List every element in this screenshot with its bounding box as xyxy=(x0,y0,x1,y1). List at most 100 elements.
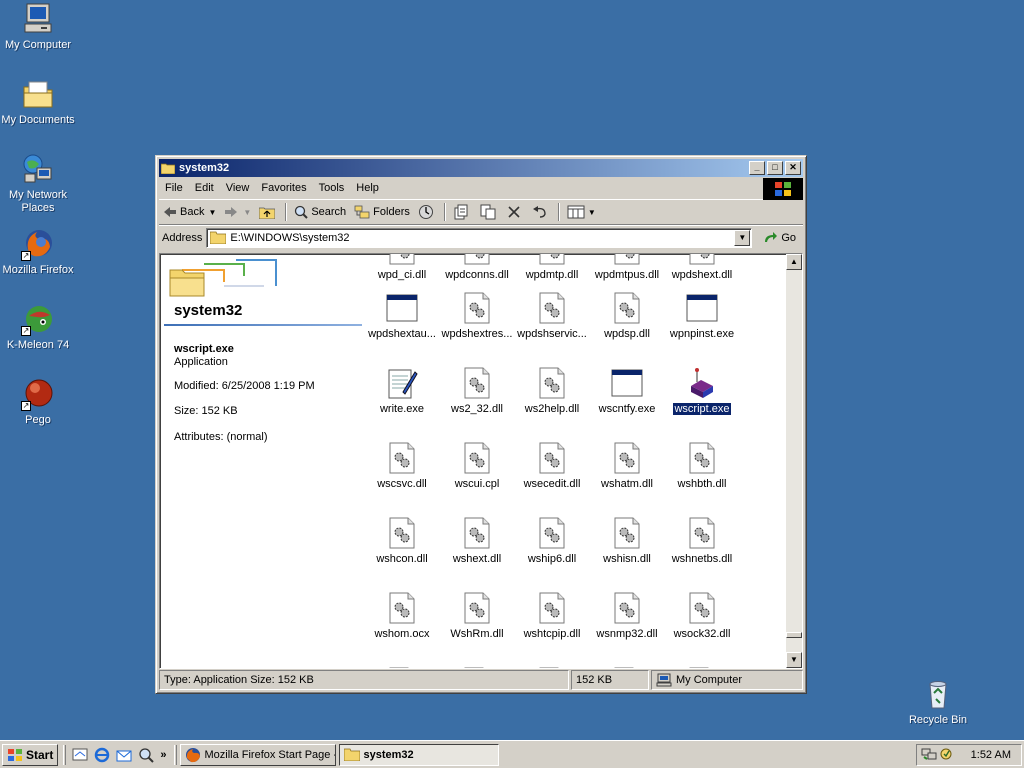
file-item-partial[interactable] xyxy=(362,666,442,668)
menu-help[interactable]: Help xyxy=(350,180,385,196)
file-item[interactable]: wsnmp32.dll xyxy=(587,591,667,640)
file-item[interactable]: wpdshextres... xyxy=(437,291,517,340)
file-item[interactable]: WshRm.dll xyxy=(437,591,517,640)
minimize-button[interactable]: _ xyxy=(749,161,765,175)
file-item[interactable]: wscntfy.exe xyxy=(587,366,667,415)
security-tray-icon[interactable] xyxy=(939,747,953,764)
chevron-down-icon[interactable]: ▼ xyxy=(588,208,596,217)
taskbar-grip[interactable] xyxy=(63,744,67,765)
menu-tools[interactable]: Tools xyxy=(313,180,351,196)
move-to-button[interactable] xyxy=(449,201,476,223)
file-item[interactable]: wscript.exe xyxy=(662,366,742,416)
pego-icon: ↗ xyxy=(21,377,55,411)
desktop-icon-k-meleon[interactable]: ↗ K-Meleon 74 xyxy=(0,302,76,352)
dll-icon xyxy=(385,441,419,475)
file-item[interactable]: wshom.ocx xyxy=(362,591,442,640)
task-button-system32[interactable]: system32 xyxy=(339,743,500,766)
chevron-down-icon[interactable]: ▼ xyxy=(243,208,251,217)
file-item[interactable]: wshnetbs.dll xyxy=(662,516,742,565)
dll-icon xyxy=(610,666,644,668)
file-item[interactable]: ws2_32.dll xyxy=(437,366,517,415)
desktop-icon-my-computer[interactable]: My Computer xyxy=(0,2,76,52)
menu-view[interactable]: View xyxy=(220,180,256,196)
file-item[interactable]: write.exe xyxy=(362,366,442,415)
search-button[interactable]: Search xyxy=(290,201,350,223)
file-name: WshRm.dll xyxy=(450,628,504,640)
desktop-icon-mozilla-firefox[interactable]: ↗ Mozilla Firefox xyxy=(0,227,76,277)
file-item-partial[interactable] xyxy=(587,666,667,668)
file-item[interactable]: wsock32.dll xyxy=(662,591,742,640)
close-button[interactable]: ✕ xyxy=(785,161,801,175)
file-item[interactable]: ws2help.dll xyxy=(512,366,592,415)
toolbar-separator xyxy=(443,203,446,221)
desktop-icon-my-documents[interactable]: My Documents xyxy=(0,77,76,127)
file-item[interactable]: wshcon.dll xyxy=(362,516,442,565)
network-places-icon xyxy=(21,152,55,186)
start-button[interactable]: Start xyxy=(2,743,59,766)
file-item[interactable]: wshatm.dll xyxy=(587,441,667,490)
file-item-partial[interactable] xyxy=(437,666,517,668)
desktop-icon-pego[interactable]: ↗ Pego xyxy=(0,377,76,427)
menu-favorites[interactable]: Favorites xyxy=(255,180,312,196)
file-item[interactable]: wpdshextau... xyxy=(362,291,442,340)
folder-banner-graphic xyxy=(164,256,280,300)
taskbar-grip[interactable] xyxy=(174,744,178,765)
file-item[interactable]: wship6.dll xyxy=(512,516,592,565)
file-item[interactable]: wpdsp.dll xyxy=(587,291,667,340)
title-bar[interactable]: system32 _ □ ✕ xyxy=(159,159,803,177)
maximize-button[interactable]: □ xyxy=(767,161,783,175)
back-button[interactable]: Back ▼ xyxy=(159,201,220,223)
copy-to-button[interactable] xyxy=(476,201,503,223)
file-item[interactable]: wpdconns.dll xyxy=(437,254,517,281)
folder-content: system32 wscript.exe Application Modifie… xyxy=(159,253,803,669)
delete-button[interactable] xyxy=(503,201,528,223)
file-item[interactable]: wscui.cpl xyxy=(437,441,517,490)
folders-button[interactable]: Folders xyxy=(350,201,414,223)
file-item[interactable]: wshbth.dll xyxy=(662,441,742,490)
dll-icon xyxy=(685,591,719,625)
file-item[interactable]: wpdmtpus.dll xyxy=(587,254,667,281)
clock[interactable]: 1:52 AM xyxy=(971,749,1011,761)
forward-button[interactable]: ▼ xyxy=(220,201,255,223)
address-dropdown-button[interactable]: ▼ xyxy=(734,229,751,246)
network-tray-icon[interactable] xyxy=(921,747,937,764)
file-item-partial[interactable] xyxy=(512,666,592,668)
show-desktop-icon[interactable] xyxy=(71,746,89,764)
outlook-express-icon[interactable] xyxy=(115,746,133,764)
desktop-icon-recycle-bin[interactable]: Recycle Bin xyxy=(900,677,976,727)
go-button[interactable]: Go xyxy=(760,231,800,244)
scroll-down-button[interactable]: ▼ xyxy=(786,652,802,668)
file-item-partial[interactable] xyxy=(662,666,742,668)
scroll-up-button[interactable]: ▲ xyxy=(786,254,802,270)
address-label: Address xyxy=(162,231,203,244)
file-item[interactable]: wshext.dll xyxy=(437,516,517,565)
search-icon[interactable] xyxy=(137,746,155,764)
undo-button[interactable] xyxy=(528,201,555,223)
file-item[interactable]: wshisn.dll xyxy=(587,516,667,565)
quick-launch-more-icon[interactable]: » xyxy=(160,749,166,761)
file-item[interactable]: wpnpinst.exe xyxy=(662,291,742,340)
toolbar-separator xyxy=(557,203,560,221)
history-button[interactable] xyxy=(414,201,441,223)
file-item[interactable]: wshtcpip.dll xyxy=(512,591,592,640)
task-button-firefox[interactable]: Mozilla Firefox Start Page -... xyxy=(180,743,337,766)
file-item[interactable]: wpd_ci.dll xyxy=(362,254,442,281)
menu-edit[interactable]: Edit xyxy=(189,180,220,196)
desktop-icon-my-network-places[interactable]: My Network Places xyxy=(0,152,76,215)
file-name: wscui.cpl xyxy=(454,478,500,490)
vertical-scrollbar[interactable]: ▲ ▼ xyxy=(786,254,802,668)
views-icon xyxy=(567,205,585,219)
chevron-down-icon[interactable]: ▼ xyxy=(208,208,216,217)
menu-file[interactable]: File xyxy=(159,180,189,196)
file-item[interactable]: wsecedit.dll xyxy=(512,441,592,490)
scroll-thumb[interactable] xyxy=(786,632,802,638)
file-item[interactable]: wpdshext.dll xyxy=(662,254,742,281)
address-input[interactable]: E:\WINDOWS\system32 ▼ xyxy=(206,227,753,248)
file-item[interactable]: wscsvc.dll xyxy=(362,441,442,490)
up-folder-button[interactable] xyxy=(255,201,282,223)
file-item[interactable]: wpdshservic... xyxy=(512,291,592,340)
file-item[interactable]: wpdmtp.dll xyxy=(512,254,592,281)
copy-to-icon xyxy=(480,204,496,220)
internet-explorer-icon[interactable] xyxy=(93,746,111,764)
views-button[interactable]: ▼ xyxy=(563,201,600,223)
